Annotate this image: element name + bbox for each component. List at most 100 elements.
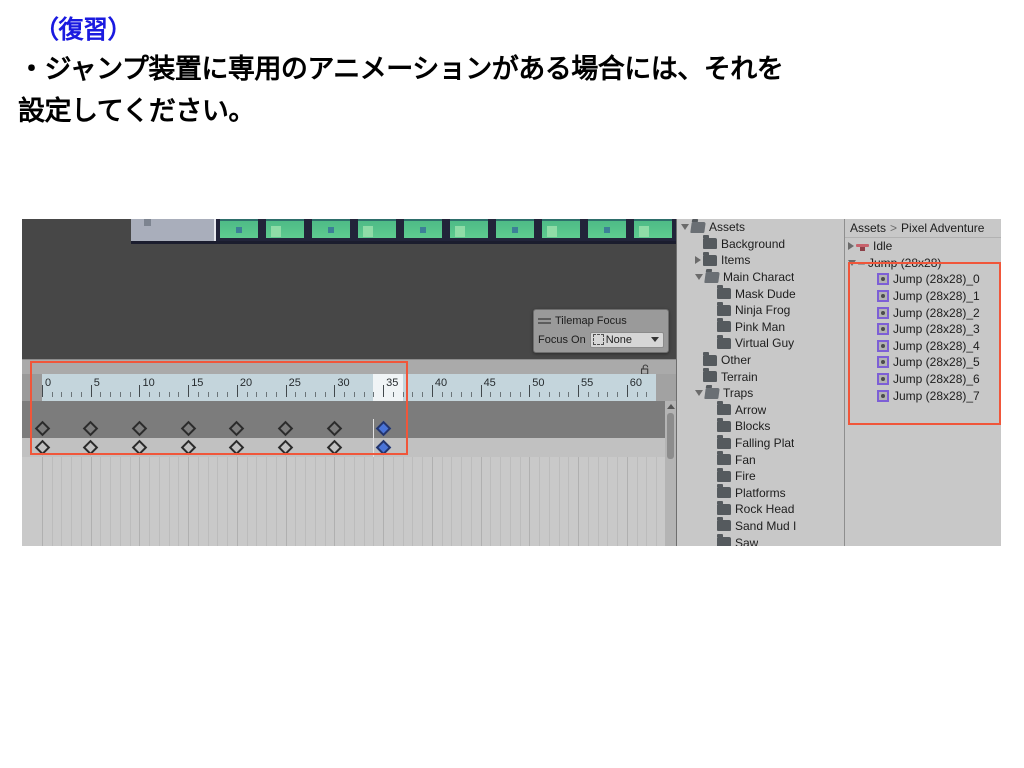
ruler-tick-label: 45 (483, 377, 496, 389)
ruler-tick-major (42, 385, 43, 397)
keyframe[interactable] (82, 420, 99, 437)
project-tree-row[interactable]: Sand Mud I (677, 517, 845, 535)
asset-row[interactable]: – Jump (28x28) (845, 255, 1001, 272)
project-tree-row[interactable]: Mask Dude (677, 285, 845, 302)
twirl-down-icon[interactable] (695, 390, 703, 397)
asset-row[interactable]: Jump (28x28)_1 (845, 288, 1001, 305)
ruler-tick-minor (158, 392, 160, 397)
asset-row[interactable]: Jump (28x28)_3 (845, 321, 1001, 338)
scrollbar-thumb[interactable] (667, 413, 674, 459)
keyframe[interactable] (180, 439, 196, 456)
twirl-right-icon[interactable] (695, 256, 701, 265)
project-tree-row[interactable]: Assets (677, 219, 845, 236)
project-tree-row[interactable]: Rock Head (677, 500, 845, 518)
project-tree-row[interactable]: Main Charact (677, 269, 845, 286)
asset-row[interactable]: Jump (28x28)_5 (845, 354, 1001, 371)
ruler-kebab-menu-icon[interactable] (668, 380, 672, 393)
focus-on-row: Focus On None (534, 330, 668, 349)
asset-row-label: Jump (28x28)_5 (893, 355, 980, 370)
keyframe[interactable] (180, 420, 196, 437)
asset-row[interactable]: Idle (845, 238, 1001, 255)
ruler-tick-minor (500, 392, 502, 397)
twirl-down-icon[interactable] (695, 274, 703, 281)
project-tree-row[interactable]: Background (677, 235, 845, 253)
project-tree-row[interactable]: Falling Plat (677, 434, 845, 452)
keyframe[interactable] (326, 439, 343, 456)
ruler-tick-minor (441, 392, 443, 397)
project-folder-tree[interactable]: Assets Background Items Main Charact Mask Du… (676, 219, 845, 546)
project-tree-row[interactable]: Fire (677, 467, 845, 485)
asset-row[interactable]: Jump (28x28)_0 (845, 271, 1001, 288)
project-tree-row[interactable]: Terrain (677, 368, 845, 385)
twirl-right-icon[interactable] (848, 242, 854, 251)
grid-line (119, 457, 121, 546)
twirl-down-icon[interactable] (681, 224, 689, 231)
project-tree-row[interactable]: Other (677, 351, 845, 369)
project-tree-row[interactable]: Fan (677, 451, 845, 468)
ruler-tick-minor (539, 392, 541, 397)
ruler-tick-minor (275, 392, 277, 397)
keyframe[interactable] (229, 439, 245, 456)
dope-sheet-scrollbar[interactable] (665, 401, 676, 546)
project-tree-row[interactable]: Arrow (677, 401, 845, 419)
keyframe[interactable] (34, 420, 50, 437)
keyframe[interactable] (229, 420, 245, 437)
keyframe-row[interactable] (22, 438, 676, 457)
project-tree-row[interactable]: Platforms (677, 484, 845, 502)
keyframe-row[interactable] (22, 419, 676, 438)
keyframe[interactable] (326, 420, 343, 437)
curve-grid-area[interactable] (22, 457, 676, 546)
project-tree-row[interactable]: Blocks (677, 417, 845, 435)
drag-handle-icon[interactable] (538, 317, 551, 325)
keyframe-selected[interactable] (375, 439, 391, 456)
keyframe[interactable] (131, 420, 148, 437)
project-tree-row-label: Main Charact (723, 270, 795, 285)
grid-line (266, 457, 268, 546)
ruler-tick-major (383, 385, 385, 397)
playhead-line[interactable] (373, 419, 375, 438)
sprite-cell (262, 219, 308, 241)
keyframe[interactable] (131, 439, 148, 456)
breadcrumb-current[interactable]: Pixel Adventure (901, 221, 984, 235)
ruler-tick-minor (197, 392, 199, 397)
project-tree-row[interactable]: Pink Man (677, 318, 845, 336)
keyframe[interactable] (82, 439, 99, 456)
sprite-cell (308, 219, 354, 241)
keyframe[interactable] (277, 439, 294, 456)
breadcrumb-root[interactable]: Assets (850, 221, 886, 235)
twirl-down-icon[interactable] (848, 259, 856, 266)
project-tree-row[interactable]: Items (677, 251, 845, 269)
chevron-down-icon[interactable] (651, 337, 659, 342)
keyframe[interactable] (277, 420, 294, 437)
project-tree-row[interactable]: Traps (677, 385, 845, 402)
tilemap-focus-panel[interactable]: Tilemap Focus Focus On None (533, 309, 669, 353)
keyframe[interactable] (34, 439, 50, 456)
focus-on-dropdown[interactable]: None (589, 331, 664, 348)
breadcrumb[interactable]: Assets > Pixel Adventure (845, 219, 1001, 238)
sprite-cell (630, 219, 676, 241)
project-tree-row[interactable]: Ninja Frog (677, 301, 845, 319)
asset-row[interactable]: Jump (28x28)_4 (845, 338, 1001, 355)
project-tree-row[interactable]: Saw (677, 534, 845, 546)
playhead-line[interactable] (373, 438, 375, 457)
timeline-ruler[interactable]: 0 5 10 15 20 25 30 35 40 45 50 55 60 (22, 374, 676, 401)
asset-row-list[interactable]: Idle – Jump (28x28) Jump (28x28)_0 Jump (28x… (845, 238, 1001, 404)
ruler-tick-minor (314, 392, 316, 397)
kebab-menu-icon[interactable] (663, 362, 667, 374)
project-tree-row-label: Traps (723, 386, 754, 401)
asset-row[interactable]: Jump (28x28)_2 (845, 304, 1001, 321)
grid-line (217, 457, 219, 546)
asset-row[interactable]: Jump (28x28)_7 (845, 387, 1001, 404)
ruler-tick-major (334, 385, 336, 397)
project-tree-row-label: Blocks (735, 419, 771, 434)
object-field-icon (592, 334, 604, 345)
dope-sheet[interactable] (22, 401, 676, 546)
project-tree-row[interactable]: Virtual Guy (677, 334, 845, 352)
asset-contents-panel[interactable]: Assets > Pixel Adventure Idle – Jump (28x2… (844, 219, 1001, 546)
folder-icon (717, 500, 731, 515)
scroll-up-arrow-icon[interactable] (666, 404, 675, 409)
ruler-track[interactable]: 0 5 10 15 20 25 30 35 40 45 50 55 60 (42, 374, 656, 401)
keyframe-selected[interactable] (375, 420, 391, 437)
asset-row[interactable]: Jump (28x28)_6 (845, 371, 1001, 388)
lock-open-icon[interactable] (640, 362, 650, 375)
